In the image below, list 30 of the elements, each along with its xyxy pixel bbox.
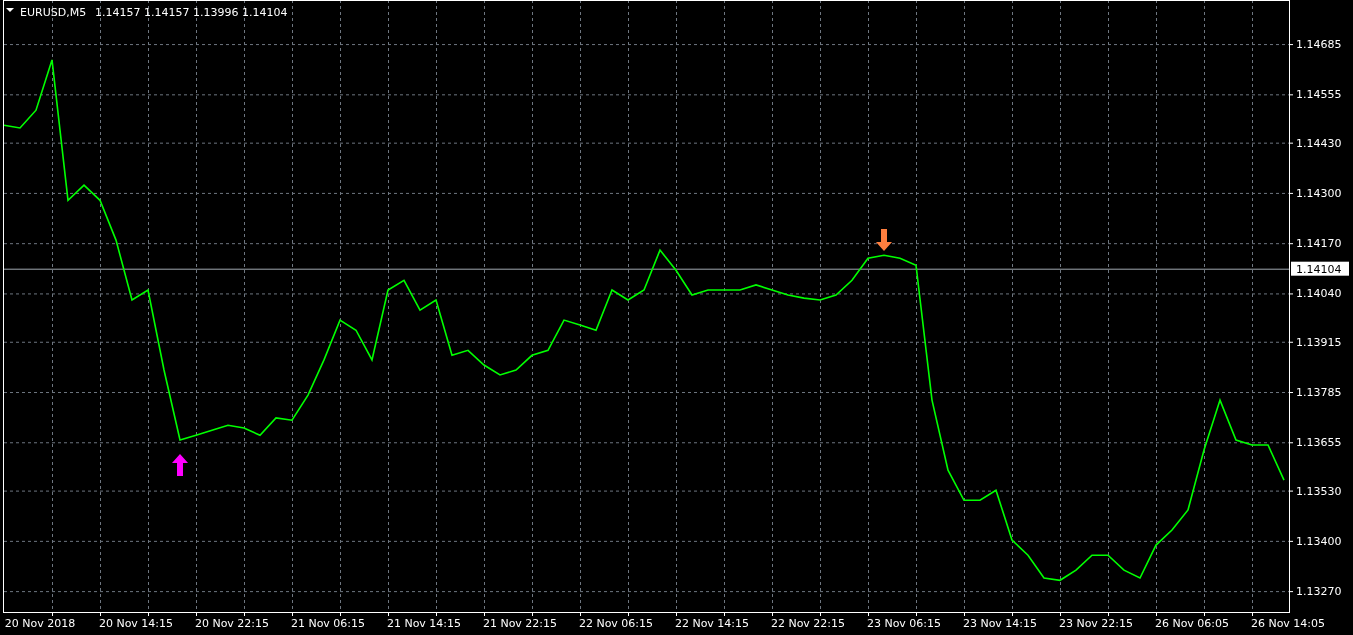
price-axis-label: 1.13530 — [1296, 484, 1342, 498]
time-axis-label: 23 Nov 14:15 — [962, 617, 1038, 630]
price-axis-label: 1.14555 — [1296, 88, 1342, 102]
time-axis-label: 22 Nov 14:15 — [674, 617, 750, 630]
time-axis-label: 21 Nov 22:15 — [482, 617, 558, 630]
price-axis-label: 1.13655 — [1296, 436, 1342, 450]
time-axis-label: 22 Nov 22:15 — [770, 617, 846, 630]
dropdown-triangle-icon[interactable] — [6, 8, 14, 12]
quote-values: 1.14157 1.14157 1.13996 1.14104 — [95, 6, 288, 19]
time-axis-label: 20 Nov 22:15 — [194, 617, 270, 630]
price-axis-label: 1.14685 — [1296, 38, 1342, 52]
time-axis-label: 23 Nov 22:15 — [1058, 617, 1134, 630]
price-axis-label: 1.14040 — [1296, 287, 1342, 301]
price-axis-label: 1.14300 — [1296, 186, 1342, 200]
symbol-label: EURUSD,M5 — [20, 6, 87, 19]
price-axis-label: 1.13785 — [1296, 386, 1342, 399]
time-axis-label: 20 Nov 14:15 — [98, 617, 174, 630]
time-axis-label: 22 Nov 06:15 — [578, 617, 654, 630]
time-axis-label: 21 Nov 14:15 — [386, 617, 462, 630]
price-axis-label: 1.13400 — [1296, 534, 1342, 548]
time-axis-label: 23 Nov 06:15 — [866, 617, 942, 630]
price-axis-label: 1.14430 — [1296, 136, 1342, 150]
time-axis-label: 20 Nov 2018 — [4, 617, 76, 630]
ref-line-label: 1.14104 — [1296, 262, 1342, 276]
time-axis-label: 21 Nov 06:15 — [290, 617, 366, 630]
time-axis-label: 26 Nov 14:05 — [1250, 617, 1326, 630]
price-axis-label: 1.13270 — [1296, 585, 1342, 599]
time-axis-label: 26 Nov 06:05 — [1154, 617, 1230, 630]
price-axis-label: 1.14170 — [1296, 237, 1342, 251]
price-axis-label: 1.13915 — [1296, 335, 1342, 349]
